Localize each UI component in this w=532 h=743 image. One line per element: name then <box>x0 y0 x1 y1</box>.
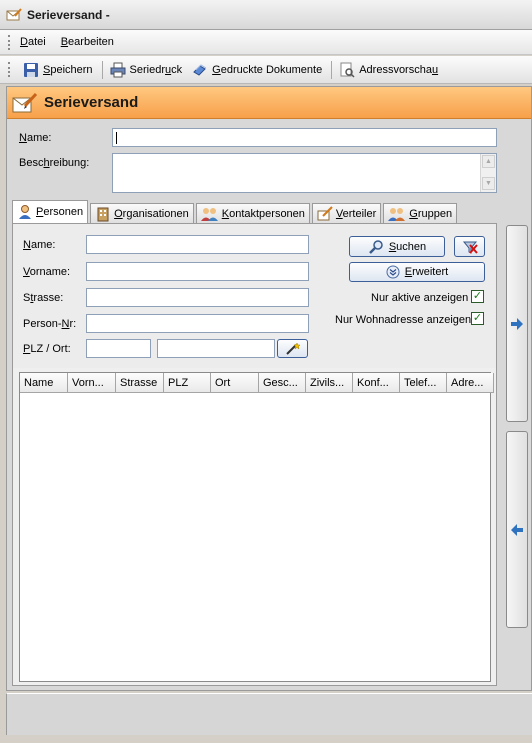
column-header[interactable]: Vorn... <box>68 373 116 393</box>
serial-print-button[interactable]: Seriedruck <box>106 60 187 80</box>
home-address-checkbox[interactable]: ✓ <box>471 312 484 325</box>
save-label: Speichern <box>43 63 93 76</box>
section-header: Serieversand <box>7 87 531 119</box>
column-header[interactable]: Telef... <box>400 373 447 393</box>
description-label: Beschreibung: <box>19 157 90 169</box>
tab-organisationen[interactable]: Organisationen <box>90 203 194 224</box>
distribution-icon <box>317 206 333 221</box>
description-scrollbar[interactable]: ▲ ▼ <box>480 154 496 192</box>
search-button-label: Suchen <box>388 240 427 253</box>
results-grid[interactable]: Name Vorn... Strasse PLZ Ort Gesc... Ziv… <box>19 372 494 682</box>
toolbar: Speichern Seriedruck Gedruckte Dokumente… <box>0 56 532 84</box>
toolbar-grip[interactable] <box>8 62 11 77</box>
printer-icon <box>110 62 126 77</box>
column-header[interactable]: Zivils... <box>306 373 353 393</box>
location-picker-button[interactable] <box>277 339 308 358</box>
filter-vorname-input[interactable] <box>86 262 309 281</box>
status-bar <box>6 693 532 735</box>
filter-ort-input[interactable] <box>157 339 275 358</box>
scroll-down-arrow-icon[interactable]: ▼ <box>482 177 495 190</box>
person-icon <box>19 205 31 219</box>
tab-panel-personen: Name: Vorname: Strasse: Person-Nr: PLZ /… <box>12 223 497 686</box>
tab-gruppen[interactable]: Gruppen <box>383 203 458 224</box>
column-header[interactable]: Adre... <box>447 373 494 393</box>
filter-area: Name: Vorname: Strasse: Person-Nr: PLZ /… <box>13 224 496 368</box>
column-header[interactable]: Konf... <box>353 373 400 393</box>
address-preview-label: Adressvorschau <box>359 63 439 76</box>
filter-name-label: Name: <box>23 239 56 251</box>
filter-name-input[interactable] <box>86 235 309 254</box>
tab-label: Kontaktpersonen <box>221 208 305 220</box>
printed-documents-label: Gedruckte Dokumente <box>212 63 323 76</box>
menu-grip[interactable] <box>8 34 11 50</box>
toolbar-separator <box>331 60 333 79</box>
menu-bearbeiten[interactable]: Bearbeiten <box>60 34 115 50</box>
add-to-selection-button[interactable] <box>506 225 528 422</box>
extended-search-button[interactable]: Erweitert <box>349 262 485 282</box>
section-title: Serieversand <box>44 94 139 111</box>
active-only-label: Nur aktive anzeigen <box>371 292 469 304</box>
menu-bar: Datei Bearbeiten <box>0 30 532 55</box>
documents-icon <box>193 63 207 76</box>
tab-label: Gruppen <box>409 208 453 220</box>
extended-search-label: Erweitert <box>404 266 449 278</box>
tab-label: Verteiler <box>335 208 377 220</box>
column-header[interactable]: Name <box>20 373 68 393</box>
filter-person-nr-label: Person-Nr: <box>23 318 77 330</box>
building-icon <box>97 207 109 222</box>
floppy-disk-icon <box>24 62 38 77</box>
title-bar: Serieversand - <box>0 0 532 30</box>
name-input[interactable] <box>112 128 497 147</box>
save-button[interactable]: Speichern <box>19 60 97 80</box>
arrow-left-icon <box>511 523 523 536</box>
tab-verteiler[interactable]: Verteiler <box>311 203 382 224</box>
magic-wand-icon <box>285 341 301 355</box>
clear-filter-button[interactable] <box>454 236 485 257</box>
clear-filter-icon <box>462 241 478 254</box>
description-input[interactable]: ▲ ▼ <box>112 153 497 193</box>
column-header[interactable]: Strasse <box>116 373 164 393</box>
tab-strip: Personen Organisationen Kontaktpersonen … <box>12 200 459 224</box>
remove-from-selection-button[interactable] <box>506 431 528 628</box>
tab-kontaktpersonen[interactable]: Kontaktpersonen <box>195 203 310 224</box>
arrow-right-icon <box>511 317 523 330</box>
preview-icon <box>340 62 355 78</box>
search-icon <box>368 239 383 254</box>
menu-datei[interactable]: Datei <box>19 34 47 50</box>
printed-documents-button[interactable]: Gedruckte Dokumente <box>188 60 326 80</box>
tab-personen[interactable]: Personen <box>12 200 89 224</box>
column-header[interactable]: PLZ <box>164 373 211 393</box>
filter-vorname-label: Vorname: <box>23 266 71 278</box>
address-preview-button[interactable]: Adressvorschau <box>335 60 442 80</box>
group-icon <box>388 208 406 221</box>
filter-plz-input[interactable] <box>86 339 151 358</box>
filter-strasse-input[interactable] <box>86 288 309 307</box>
column-header[interactable]: Gesc... <box>259 373 306 393</box>
text-cursor <box>116 132 117 144</box>
search-button[interactable]: Suchen <box>349 236 445 257</box>
serial-print-label: Seriedruck <box>129 63 183 76</box>
chevron-down-circle-icon <box>386 265 400 279</box>
filter-plz-ort-label: PLZ / Ort: <box>23 343 71 355</box>
contacts-icon <box>200 208 218 221</box>
scroll-up-arrow-icon[interactable]: ▲ <box>482 155 495 168</box>
filter-person-nr-input[interactable] <box>86 314 309 333</box>
window-title: Serieversand - <box>27 7 110 22</box>
main-panel: Serieversand Name: Beschreibung: ▲ ▼ Per… <box>6 86 532 691</box>
tab-label: Personen <box>36 206 84 218</box>
envelope-pen-icon <box>12 92 38 112</box>
grid-header: Name Vorn... Strasse PLZ Ort Gesc... Ziv… <box>20 373 494 393</box>
filter-strasse-label: Strasse: <box>23 292 64 304</box>
tab-label: Organisationen <box>114 208 189 220</box>
active-only-checkbox[interactable]: ✓ <box>471 290 484 303</box>
name-label: Name: <box>19 132 52 144</box>
toolbar-separator <box>101 60 103 79</box>
envelope-pen-icon <box>6 7 22 20</box>
home-address-label: Nur Wohnadresse anzeigen <box>335 314 472 326</box>
column-header[interactable]: Ort <box>211 373 259 393</box>
